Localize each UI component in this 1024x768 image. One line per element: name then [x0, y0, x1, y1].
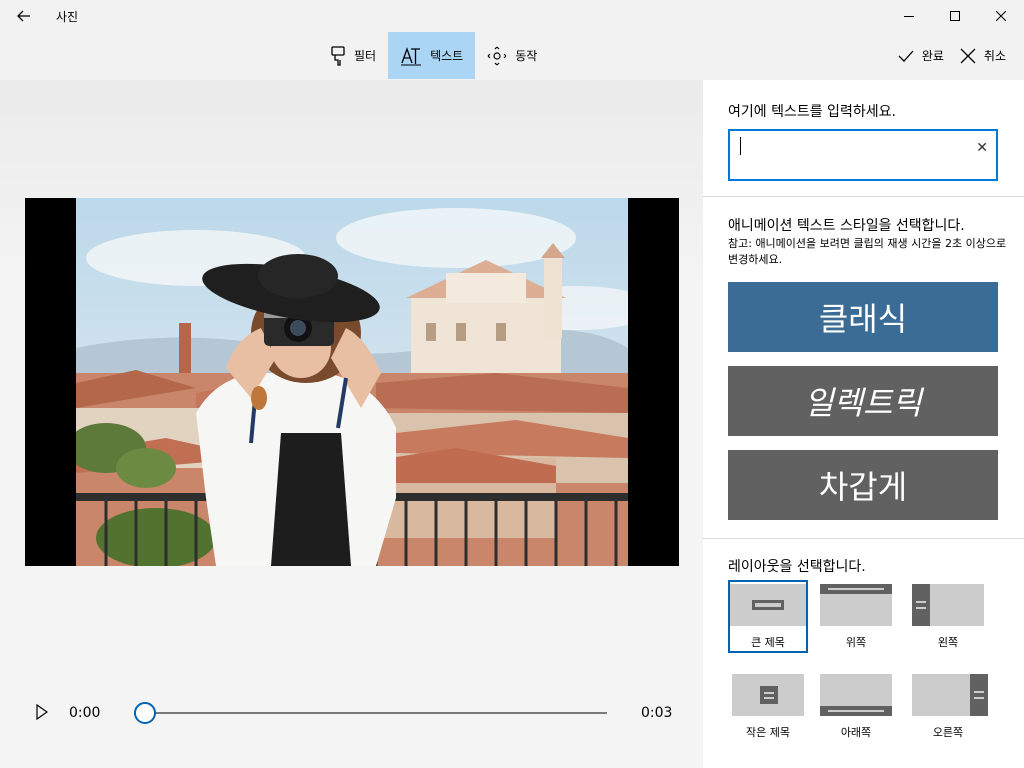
title-bar: 사진: [0, 0, 1024, 32]
editor-toolbar: 필터 텍스트 동작: [318, 32, 549, 79]
style-calm-button[interactable]: 차갑게: [728, 450, 998, 520]
play-button[interactable]: [36, 703, 52, 722]
minimize-icon: [904, 16, 914, 17]
layout-top[interactable]: 위쪽: [816, 580, 896, 650]
text-icon: [400, 46, 422, 66]
layout-top-thumb: [820, 584, 892, 626]
style-title: 애니메이션 텍스트 스타일을 선택합니다.: [728, 218, 965, 234]
done-button[interactable]: 완료: [890, 32, 952, 79]
tab-filter[interactable]: 필터: [318, 32, 388, 79]
scrub-thumb[interactable]: [134, 702, 156, 724]
layout-bottom[interactable]: 아래쪽: [816, 670, 896, 740]
style-note: 참고: 애니메이션을 보려면 클립의 재생 시간을 2초 이상으로 변경하세요.: [728, 237, 1007, 266]
maximize-button[interactable]: [932, 0, 978, 32]
cancel-label: 취소: [983, 49, 1006, 63]
toolbar-actions: 완료 취소: [890, 32, 1014, 79]
scrub-track[interactable]: [145, 712, 607, 714]
done-label: 완료: [921, 49, 944, 63]
text-caret: [740, 137, 741, 155]
layout-small-title[interactable]: 작은 제목: [728, 670, 808, 740]
layout-small-title-thumb: [732, 674, 804, 716]
window-controls: [886, 0, 1024, 32]
layout-right-thumb: [912, 674, 988, 716]
cancel-button[interactable]: 취소: [952, 32, 1014, 79]
cancel-x-icon: [960, 48, 976, 63]
text-input[interactable]: ✕: [728, 129, 998, 181]
style-classic-button[interactable]: 클래식: [728, 282, 998, 352]
layout-label: 아래쪽: [840, 726, 872, 739]
layout-label: 왼쪽: [937, 636, 959, 649]
layout-title: 레이아웃을 선택합니다.: [728, 559, 866, 575]
minimize-button[interactable]: [886, 0, 932, 32]
text-panel: 여기에 텍스트를 입력하세요. ✕ 애니메이션 텍스트 스타일을 선택합니다. …: [703, 80, 1024, 768]
layout-label: 작은 제목: [746, 726, 790, 739]
layout-label: 위쪽: [845, 636, 867, 649]
divider: [703, 538, 1024, 539]
current-time: 0:00: [69, 705, 101, 721]
preview-photo: [76, 198, 628, 566]
tab-text-label: 텍스트: [430, 49, 464, 63]
close-button[interactable]: [978, 0, 1024, 32]
close-icon: [996, 11, 1006, 21]
checkmark-icon: [898, 50, 914, 62]
total-time: 0:03: [641, 705, 673, 721]
maximize-icon: [950, 11, 960, 21]
input-title: 여기에 텍스트를 입력하세요.: [728, 104, 896, 120]
layout-large-title-thumb: [730, 584, 806, 626]
layout-left[interactable]: 왼쪽: [908, 580, 988, 650]
motion-icon: [487, 46, 507, 66]
clear-text-icon[interactable]: ✕: [976, 140, 988, 156]
video-preview[interactable]: [25, 198, 679, 566]
layout-left-thumb: [912, 584, 984, 626]
layout-label: 큰 제목: [751, 636, 785, 649]
layout-right[interactable]: 오른쪽: [908, 670, 988, 740]
divider: [703, 196, 1024, 197]
app-title: 사진: [56, 9, 79, 24]
tab-filter-label: 필터: [354, 49, 377, 63]
layout-label: 오른쪽: [932, 726, 964, 739]
arrow-left-icon: [17, 10, 30, 22]
back-button[interactable]: [0, 0, 48, 32]
style-electric-button[interactable]: 일렉트릭: [728, 366, 998, 436]
tab-text[interactable]: 텍스트: [388, 32, 476, 79]
tab-motion[interactable]: 동작: [475, 32, 549, 79]
filter-brush-icon: [330, 45, 346, 66]
layout-bottom-thumb: [820, 674, 892, 716]
layout-large-title[interactable]: 큰 제목: [728, 580, 808, 653]
play-icon: [36, 703, 49, 721]
tab-motion-label: 동작: [515, 49, 538, 63]
